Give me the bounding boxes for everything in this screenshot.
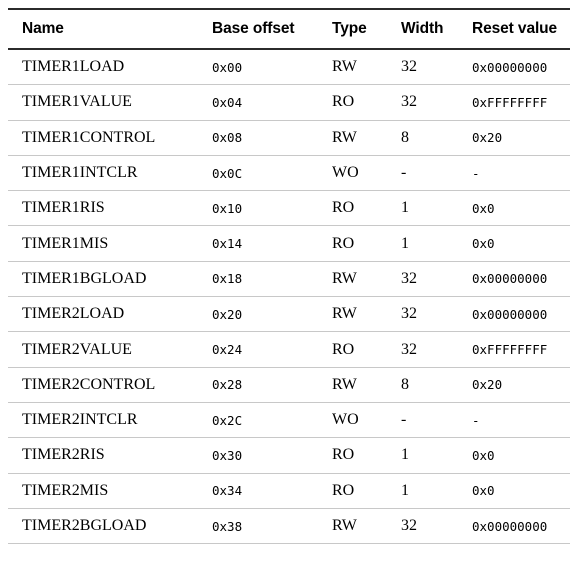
cell-type: RO xyxy=(332,340,355,358)
cell-width: 8 xyxy=(401,128,409,146)
cell-width: 1 xyxy=(401,446,409,464)
cell-register-name: TIMER1MIS xyxy=(22,234,109,252)
cell-width: 8 xyxy=(401,375,409,393)
column-header-type: Type xyxy=(332,20,367,37)
cell-reset-value: 0x20 xyxy=(472,130,503,146)
cell-width: 1 xyxy=(401,199,409,217)
cell-type: RW xyxy=(332,517,357,534)
table-row: TIMER2MIS 0x34 RO 1 0x0 xyxy=(8,473,570,509)
cell-base-offset: 0x24 xyxy=(212,342,243,358)
cell-register-name: TIMER1VALUE xyxy=(22,93,132,111)
cell-width: 32 xyxy=(401,517,417,534)
cell-width: 32 xyxy=(401,93,417,111)
cell-type: RW xyxy=(332,375,357,393)
cell-type: WO xyxy=(332,164,359,182)
cell-register-name: TIMER1RIS xyxy=(22,199,105,217)
cell-width: 1 xyxy=(401,481,409,499)
table-row: TIMER1RIS 0x10 RO 1 0x0 xyxy=(8,191,570,226)
cell-width: 32 xyxy=(401,269,417,287)
cell-base-offset: 0x28 xyxy=(212,377,243,393)
cell-register-name: TIMER1LOAD xyxy=(22,58,125,76)
cell-type: RO xyxy=(332,199,355,217)
cell-base-offset: 0x30 xyxy=(212,447,243,463)
cell-width: 32 xyxy=(401,58,417,76)
cell-width: 1 xyxy=(401,234,409,252)
cell-base-offset: 0x00 xyxy=(212,59,243,75)
cell-base-offset: 0x2C xyxy=(212,412,243,428)
cell-reset-value: 0x00000000 xyxy=(472,518,548,534)
column-header-offset: Base offset xyxy=(212,20,295,37)
cell-base-offset: 0x14 xyxy=(212,236,243,252)
cell-register-name: TIMER2INTCLR xyxy=(22,411,138,429)
table-row: TIMER1LOAD 0x00 RW 32 0x00000000 xyxy=(8,49,570,85)
cell-reset-value: 0x0 xyxy=(472,200,495,216)
cell-type: RO xyxy=(332,234,355,252)
cell-register-name: TIMER2VALUE xyxy=(22,340,132,358)
cell-type: WO xyxy=(332,411,359,429)
table-row: TIMER1VALUE 0x04 RO 32 0xFFFFFFFF xyxy=(8,85,570,121)
table-header-row: Name Base offset Type Width Reset value xyxy=(8,9,570,49)
cell-reset-value: 0xFFFFFFFF xyxy=(472,94,548,110)
cell-width: - xyxy=(401,164,407,182)
cell-register-name: TIMER2RIS xyxy=(22,446,105,464)
cell-type: RW xyxy=(332,305,357,323)
table-row: TIMER1MIS 0x14 RO 1 0x0 xyxy=(8,226,570,262)
cell-base-offset: 0x10 xyxy=(212,200,243,216)
cell-reset-value: - xyxy=(472,412,480,428)
table-row: TIMER1INTCLR 0x0C WO - - xyxy=(8,155,570,191)
cell-reset-value: 0x0 xyxy=(472,447,495,463)
cell-type: RO xyxy=(332,446,355,464)
cell-reset-value: 0x00000000 xyxy=(472,271,548,287)
column-header-reset: Reset value xyxy=(472,20,558,37)
cell-width: 32 xyxy=(401,340,417,358)
cell-base-offset: 0x08 xyxy=(212,130,243,146)
cell-reset-value: - xyxy=(472,165,480,181)
column-header-width: Width xyxy=(401,20,444,37)
register-summary-table: Name Base offset Type Width Reset value … xyxy=(8,8,570,544)
cell-base-offset: 0x0C xyxy=(212,165,243,181)
cell-base-offset: 0x18 xyxy=(212,271,243,287)
cell-register-name: TIMER1CONTROL xyxy=(22,128,156,146)
cell-register-name: TIMER1INTCLR xyxy=(22,164,138,182)
cell-reset-value: 0x20 xyxy=(472,377,503,393)
cell-register-name: TIMER2MIS xyxy=(22,481,109,499)
table-header: Name Base offset Type Width Reset value xyxy=(8,9,570,49)
cell-register-name: TIMER2LOAD xyxy=(22,305,125,323)
cell-type: RW xyxy=(332,128,357,146)
table-row: TIMER1CONTROL 0x08 RW 8 0x20 xyxy=(8,120,570,156)
cell-width: - xyxy=(401,411,407,429)
table-row: TIMER1BGLOAD 0x18 RW 32 0x00000000 xyxy=(8,261,570,297)
table-row: TIMER2CONTROL 0x28 RW 8 0x20 xyxy=(8,367,570,403)
cell-base-offset: 0x04 xyxy=(212,94,243,110)
cell-register-name: TIMER2CONTROL xyxy=(22,375,156,393)
cell-reset-value: 0x0 xyxy=(472,483,495,499)
cell-reset-value: 0x00000000 xyxy=(472,306,548,322)
table-body: TIMER1LOAD 0x00 RW 32 0x00000000 TIMER1VALUE 0… xyxy=(8,49,570,544)
cell-type: RO xyxy=(332,93,355,111)
table-row: TIMER2BGLOAD 0x38 RW 32 0x00000000 xyxy=(8,508,570,544)
table-row: TIMER2LOAD 0x20 RW 32 0x00000000 xyxy=(8,297,570,332)
cell-base-offset: 0x20 xyxy=(212,306,243,322)
cell-type: RW xyxy=(332,58,357,76)
cell-base-offset: 0x34 xyxy=(212,483,243,499)
table-row: TIMER2VALUE 0x24 RO 32 0xFFFFFFFF xyxy=(8,332,570,368)
cell-type: RO xyxy=(332,481,355,499)
cell-reset-value: 0xFFFFFFFF xyxy=(472,342,548,358)
cell-register-name: TIMER2BGLOAD xyxy=(22,517,147,534)
cell-reset-value: 0x0 xyxy=(472,236,495,252)
table-row: TIMER2RIS 0x30 RO 1 0x0 xyxy=(8,438,570,474)
cell-register-name: TIMER1BGLOAD xyxy=(22,269,147,287)
cell-base-offset: 0x38 xyxy=(212,518,243,534)
table-row: TIMER2INTCLR 0x2C WO - - xyxy=(8,402,570,438)
cell-width: 32 xyxy=(401,305,417,323)
cell-reset-value: 0x00000000 xyxy=(472,59,548,75)
column-header-name: Name xyxy=(22,20,64,37)
cell-type: RW xyxy=(332,269,357,287)
